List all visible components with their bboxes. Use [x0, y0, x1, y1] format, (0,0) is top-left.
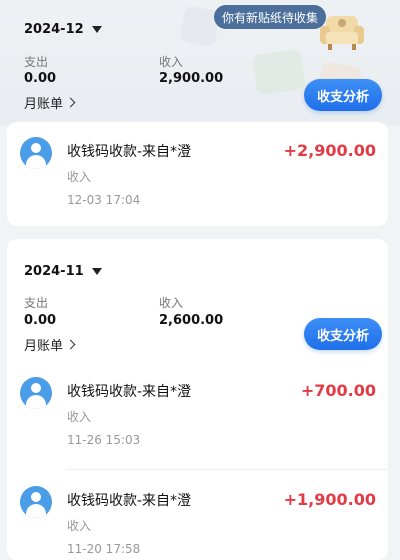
transaction-type: 收入	[67, 170, 92, 184]
expense-value: 0.00	[24, 313, 57, 328]
transaction-type: 收入	[67, 410, 92, 424]
month-label: 2024-11	[24, 264, 84, 279]
user-avatar-icon	[20, 137, 52, 169]
transaction-row[interactable]: 收钱码收款-来自*澄 收入 11-20 17:58 +1,900.00	[7, 471, 388, 560]
monthly-bill-label: 月账单	[24, 97, 64, 112]
month-card: 2024-11 支出 0.00 收入 2,600.00 月账单 收支分析 收钱码…	[7, 239, 388, 560]
income-expense-analysis-button[interactable]: 收支分析	[304, 79, 382, 111]
transaction-amount: +700.00	[300, 381, 376, 400]
caret-down-icon	[91, 268, 102, 275]
income-label: 收入	[159, 55, 184, 69]
month-selector[interactable]: 2024-11	[24, 264, 102, 279]
transaction-title: 收钱码收款-来自*澄	[67, 384, 192, 400]
user-avatar-icon	[20, 377, 52, 409]
user-avatar-icon	[20, 486, 52, 518]
transaction-time: 12-03 17:04	[67, 193, 141, 207]
caret-down-icon	[91, 26, 102, 33]
month-selector[interactable]: 2024-12	[24, 22, 102, 37]
transaction-amount: +2,900.00	[283, 141, 376, 160]
monthly-bill-link[interactable]: 月账单	[24, 335, 76, 354]
transaction-type: 收入	[67, 519, 92, 533]
sofa-sticker-icon[interactable]	[318, 10, 366, 52]
transaction-time: 11-26 15:03	[67, 433, 141, 447]
transaction-title: 收钱码收款-来自*澄	[67, 144, 192, 160]
expense-label: 支出	[24, 55, 49, 69]
transaction-time: 11-20 17:58	[67, 542, 141, 556]
monthly-bill-link[interactable]: 月账单	[24, 93, 76, 112]
transaction-title: 收钱码收款-来自*澄	[67, 493, 192, 509]
expense-value: 0.00	[24, 71, 57, 86]
expense-label: 支出	[24, 296, 49, 310]
month-label: 2024-12	[24, 22, 84, 37]
income-label: 收入	[159, 296, 184, 310]
row-divider	[67, 469, 388, 470]
background-decoration	[252, 48, 306, 96]
transaction-amount: +1,900.00	[283, 490, 376, 509]
income-value: 2,600.00	[159, 313, 224, 328]
sticker-notice-pill[interactable]: 你有新贴纸待收集	[214, 5, 326, 29]
chevron-right-icon	[65, 339, 76, 350]
income-value: 2,900.00	[159, 71, 224, 86]
monthly-bill-label: 月账单	[24, 339, 64, 354]
transaction-row[interactable]: 收钱码收款-来自*澄 收入 11-26 15:03 +700.00	[7, 362, 388, 462]
chevron-right-icon	[65, 97, 76, 108]
income-expense-analysis-button[interactable]: 收支分析	[304, 318, 382, 350]
transaction-card: 收钱码收款-来自*澄 收入 12-03 17:04 +2,900.00	[7, 122, 388, 226]
transaction-row[interactable]: 收钱码收款-来自*澄 收入 12-03 17:04 +2,900.00	[7, 122, 388, 222]
